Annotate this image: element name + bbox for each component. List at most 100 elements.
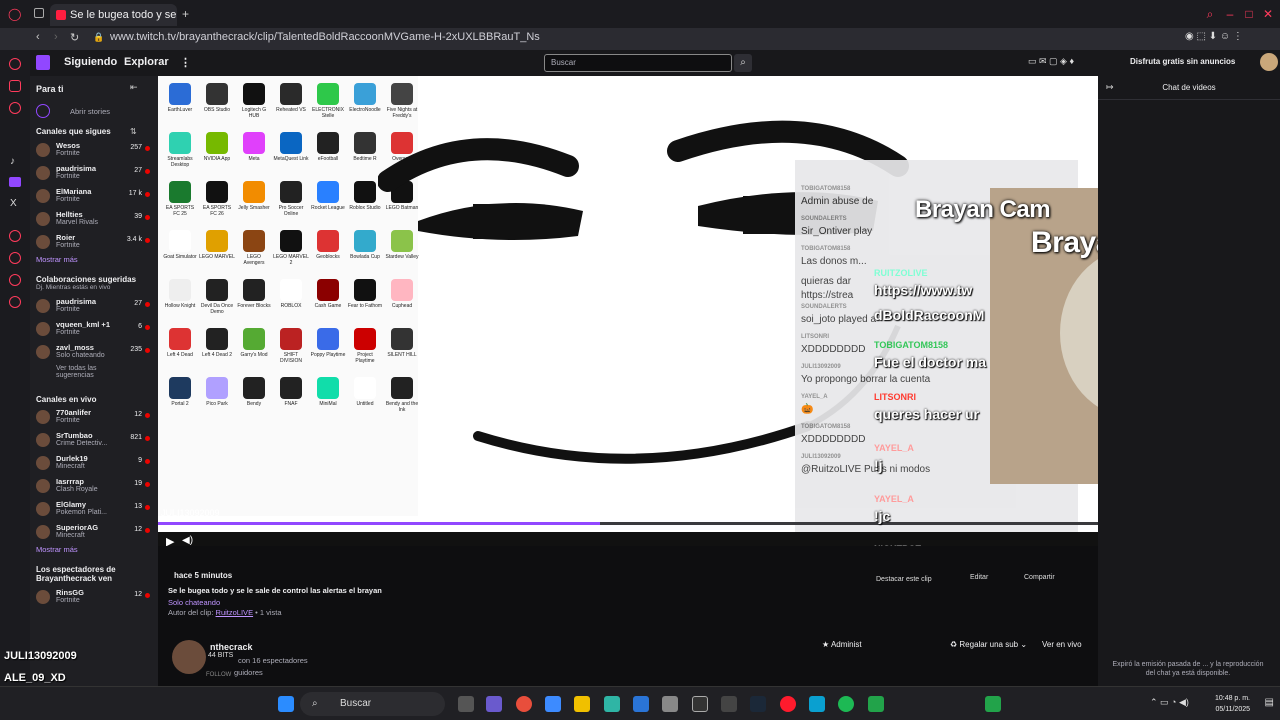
desktop-icon-label: Goat Simulator xyxy=(163,254,197,260)
aria-icon[interactable] xyxy=(9,58,21,70)
sidebar-channel-live-3[interactable]: Iasrrrap Clash Royale 19 xyxy=(30,476,158,496)
sidebar-channel-viewers-0[interactable]: RinsGG Fortnite 12 xyxy=(30,587,158,607)
ai-icon[interactable] xyxy=(9,102,21,114)
channel-name[interactable]: nthecrack xyxy=(210,642,253,652)
app-icon-3[interactable] xyxy=(662,696,678,712)
show-more-link-2[interactable]: Mostrar más xyxy=(36,545,78,554)
sidebar-channel-live-1[interactable]: SrTumbao Crime Detectiv... 821 xyxy=(30,430,158,450)
watch-live-button[interactable]: Ver en vivo xyxy=(1042,640,1082,649)
sidebar-channel-collab-1[interactable]: vqueen_kml +1 Fortnite 6 xyxy=(30,319,158,339)
clip-progress-bar[interactable] xyxy=(158,522,1098,525)
clip-info-panel: hace 5 minutos Se le bugea todo y se le … xyxy=(158,546,1098,686)
workspaces-icon[interactable] xyxy=(9,80,21,92)
minimize-icon[interactable]: – xyxy=(1224,8,1236,20)
clip-category[interactable]: Solo chateando xyxy=(168,598,220,607)
edit-button[interactable]: Editar xyxy=(970,574,988,581)
obs-icon[interactable] xyxy=(721,696,737,712)
history-icon[interactable] xyxy=(9,230,21,242)
channel-name: SuperiorAG xyxy=(56,523,99,532)
taskbar-search[interactable]: ⌕ Buscar xyxy=(300,692,445,716)
mail-icon[interactable] xyxy=(545,696,561,712)
search-icon[interactable]: ⌕ xyxy=(734,54,752,72)
twitch-icon[interactable] xyxy=(9,177,21,187)
new-tab-icon[interactable]: + xyxy=(182,7,189,21)
system-tray-icons[interactable]: ⌃ ▭ ◔ ◀) xyxy=(1150,697,1189,708)
sidebar-channel-followed-1[interactable]: paudrisima Fortnite 27 xyxy=(30,163,158,183)
open-stories-link[interactable]: Abrir stories xyxy=(70,107,110,116)
desktop-icon-glyph xyxy=(169,230,191,252)
gift-sub-button[interactable]: ♻ Regalar una sub ⌄ xyxy=(950,640,1027,649)
tiktok-icon[interactable]: ♪ xyxy=(10,156,15,167)
file-explorer-icon[interactable] xyxy=(574,696,590,712)
opera-taskbar-icon[interactable] xyxy=(780,696,796,712)
chrome-icon[interactable] xyxy=(516,696,532,712)
stories-avatar[interactable] xyxy=(36,104,50,118)
ad-free-promo[interactable]: Disfruta gratis sin anuncios xyxy=(1130,57,1235,66)
nav-action-icons[interactable]: ▭ ✉ ▢ ◈ ♦ xyxy=(1028,56,1074,67)
big-chat-name: LITSONRI xyxy=(874,392,916,402)
desktop-icon: ELECTRONIX Stelle xyxy=(310,81,346,125)
settings-icon[interactable] xyxy=(9,296,21,308)
highlight-clip-button[interactable]: Destacar este clip xyxy=(876,576,932,583)
close-icon[interactable]: ✕ xyxy=(1262,8,1274,20)
followers-text: guidores xyxy=(234,668,263,677)
github-icon[interactable] xyxy=(692,696,708,712)
collapse-sidebar-icon[interactable]: ⇤ xyxy=(130,82,138,93)
browser-tab[interactable]: Se le bugea todo y se le s xyxy=(50,4,177,26)
explore-link[interactable]: Explorar xyxy=(124,56,169,68)
downloads-icon[interactable] xyxy=(9,274,21,286)
sidebar-channel-collab-0[interactable]: paudrisima Fortnite 27 xyxy=(30,296,158,316)
app-icon-2[interactable] xyxy=(633,696,649,712)
windows-start-icon[interactable] xyxy=(278,696,294,712)
sidebar-channel-live-2[interactable]: Durlek19 Minecraft 9 xyxy=(30,453,158,473)
forward-icon[interactable]: › xyxy=(54,31,58,43)
channel-avatar[interactable] xyxy=(172,640,206,674)
viewer-count: 12 xyxy=(134,526,142,533)
big-chat-message: !jc xyxy=(874,508,891,524)
user-avatar[interactable] xyxy=(1260,53,1278,71)
opera-logo-icon[interactable]: ◯ xyxy=(8,8,21,20)
notifications-icon[interactable]: ▤ xyxy=(1265,697,1274,708)
following-link[interactable]: Siguiendo xyxy=(64,56,117,68)
admin-button[interactable]: ★ Administ xyxy=(822,640,862,649)
clip-author-link[interactable]: RuitzoLIVE xyxy=(216,608,254,617)
app-icon-4[interactable] xyxy=(868,696,884,712)
steam-icon[interactable] xyxy=(750,696,766,712)
sidebar-channel-live-0[interactable]: 770anlifer Fortnite 12 xyxy=(30,407,158,427)
volume-icon[interactable]: ◀) xyxy=(182,535,193,546)
sidebar-channel-live-5[interactable]: SuperiorAG Minecraft 12 xyxy=(30,522,158,542)
spotify-icon[interactable] xyxy=(838,696,854,712)
sidebar-channel-followed-3[interactable]: Hellties Marvel Rivals 39 xyxy=(30,209,158,229)
search-input[interactable]: Buscar xyxy=(544,54,732,72)
tab-menu-icon[interactable] xyxy=(34,8,44,18)
sort-icon[interactable]: ⇅ xyxy=(130,127,137,136)
teams-icon[interactable] xyxy=(486,696,502,712)
browser-toolbar-icons[interactable]: ◉ ⬚ ⬇ ☺ ⋮ xyxy=(1185,31,1243,42)
see-all-suggestions-link[interactable]: Ver todas las sugerencias xyxy=(56,365,126,379)
show-more-link[interactable]: Mostrar más xyxy=(36,255,78,264)
sidebar-channel-followed-2[interactable]: ElMariana Fortnite 17 k xyxy=(30,186,158,206)
collab-subheading: Dj. Mientras estás en vivo xyxy=(36,284,111,291)
play-icon[interactable]: ▶ xyxy=(166,535,174,546)
app-icon-5[interactable] xyxy=(985,696,1001,712)
follow-label[interactable]: FOLLOW xyxy=(206,672,231,678)
sidebar-channel-followed-4[interactable]: Roier Fortnite 3.4 k xyxy=(30,232,158,252)
sidebar-channel-live-4[interactable]: ElGlamy Pokemon Plati... 13 xyxy=(30,499,158,519)
channel-game: Crime Detectiv... xyxy=(56,440,108,447)
search-tabs-icon[interactable]: ⌕ xyxy=(1204,8,1216,20)
more-menu-icon[interactable]: ⋮ xyxy=(180,56,191,69)
twitch-logo-icon[interactable] xyxy=(36,55,50,70)
share-button[interactable]: Compartir xyxy=(1024,574,1055,581)
bookmarks-icon[interactable] xyxy=(9,252,21,264)
sidebar-channel-followed-0[interactable]: Wesos Fortnite 257 xyxy=(30,140,158,160)
x-icon[interactable]: X xyxy=(10,198,17,209)
sidebar-channel-collab-2[interactable]: zavl_moss Solo chateando 235 xyxy=(30,342,158,362)
app-icon-1[interactable] xyxy=(604,696,620,712)
back-icon[interactable]: ‹ xyxy=(36,31,40,43)
task-view-icon[interactable] xyxy=(458,696,474,712)
reload-icon[interactable]: ↻ xyxy=(70,31,79,44)
url-field[interactable]: www.twitch.tv/brayanthecrack/clip/Talent… xyxy=(110,31,540,43)
system-clock[interactable]: 10:48 p. m. 05/11/2025 xyxy=(1215,693,1250,715)
maximize-icon[interactable]: □ xyxy=(1243,8,1255,20)
edge-icon[interactable] xyxy=(809,696,825,712)
